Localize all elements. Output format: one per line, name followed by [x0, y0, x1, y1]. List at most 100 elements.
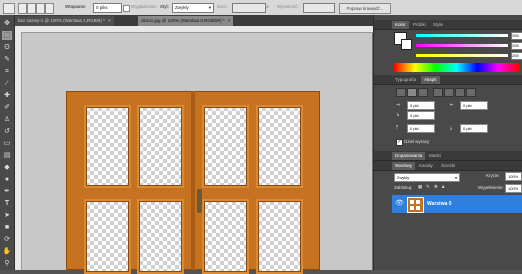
eye-icon[interactable]: 👁︎	[395, 199, 404, 207]
antialias-checkbox[interactable]	[123, 5, 130, 12]
layer-thumbnail-pane	[416, 206, 420, 210]
tab-layers[interactable]: Warstwy	[392, 162, 416, 170]
window-center-mullion	[191, 91, 195, 270]
hand-tool-icon[interactable]: ✋	[2, 247, 12, 256]
gradient-tool-icon[interactable]: ▤	[2, 151, 12, 160]
align-left-button[interactable]	[396, 88, 406, 97]
opacity-input[interactable]: 100%	[505, 172, 522, 181]
document-canvas[interactable]	[22, 33, 372, 274]
swap-icon[interactable]: ⇄	[265, 4, 269, 10]
indent-left-input[interactable]: 0 pkt	[407, 101, 435, 110]
justify-last-left-button[interactable]	[433, 88, 443, 97]
tab-paragraph[interactable]: Akapit	[421, 76, 440, 84]
window-image	[66, 91, 320, 274]
right-panel-dock: Kolor Próbki Style 255 255 255 Typografi…	[373, 15, 522, 270]
chevron-down-icon: ▾	[208, 5, 211, 10]
glass-pane	[202, 199, 249, 274]
align-center-button[interactable]	[407, 88, 417, 97]
eyedropper-tool-icon[interactable]: ∕	[2, 79, 12, 88]
pen-tool-icon[interactable]: ✒	[2, 187, 12, 196]
layer-thumbnail-pane	[410, 206, 414, 210]
tab-styles[interactable]: Style	[430, 21, 446, 29]
background-color-swatch[interactable]	[401, 39, 412, 50]
feather-input[interactable]: 0 piks	[93, 3, 122, 13]
glass-pane	[202, 105, 249, 188]
tab-document-2[interactable]: okno1.jpg @ 100% (Warstwa 0,RGB/8#) * ×	[138, 16, 234, 26]
indent-right-input[interactable]: 0 pkt	[460, 101, 488, 110]
color-spectrum-bar[interactable]	[394, 63, 519, 72]
color-panel-header: Kolor Próbki Style	[374, 20, 522, 30]
lock-transparent-icon[interactable]: ▦	[418, 184, 422, 190]
path-select-tool-icon[interactable]: ➤	[2, 211, 12, 220]
indent-first-line-icon: ↳	[396, 112, 400, 117]
blue-slider[interactable]	[416, 54, 508, 57]
crop-tool-icon[interactable]: ⌗	[2, 67, 12, 76]
close-icon[interactable]: ×	[228, 18, 231, 23]
lock-position-icon[interactable]: ✥	[434, 184, 438, 190]
blend-mode-select[interactable]: Zwykły ▾	[394, 173, 460, 182]
space-after-input[interactable]: 0 pkt	[460, 124, 488, 133]
marquee-tool-icon[interactable]: ⬚	[2, 31, 12, 40]
height-label: Wysokość:	[277, 4, 299, 9]
tab-document-1-title: bez nazwy-1 @ 100% (Warstwa 1,RGB/8) *	[18, 18, 105, 23]
brush-tool-icon[interactable]: ✐	[2, 103, 12, 112]
tab-adjustments[interactable]: Dopasowania	[392, 152, 426, 160]
tab-paths[interactable]: Ścieżki	[438, 162, 458, 170]
new-selection-button[interactable]	[18, 3, 27, 14]
layer-thumbnail-pane	[416, 200, 420, 204]
quick-select-tool-icon[interactable]: ✎	[2, 55, 12, 64]
tab-character[interactable]: Typografia	[392, 76, 419, 84]
red-value[interactable]: 255	[511, 32, 522, 40]
indent-first-line-input[interactable]: 0 pkt	[407, 111, 435, 120]
blur-tool-icon[interactable]: ◆	[2, 163, 12, 172]
fill-input[interactable]: 100%	[505, 184, 522, 193]
height-input[interactable]	[303, 3, 335, 13]
refine-edge-button[interactable]: Popraw krawędź...	[339, 3, 391, 14]
align-right-button[interactable]	[418, 88, 428, 97]
dodge-tool-icon[interactable]: ●	[2, 175, 12, 184]
justify-all-button[interactable]	[466, 88, 476, 97]
blue-value[interactable]: 255	[511, 52, 522, 60]
hyphenate-checkbox[interactable]: ✓	[396, 139, 403, 146]
tab-masks[interactable]: Maski	[426, 152, 444, 160]
width-input[interactable]	[232, 3, 266, 13]
justify-last-right-button[interactable]	[455, 88, 465, 97]
space-before-input[interactable]: 0 pkt	[407, 124, 435, 133]
eraser-tool-icon[interactable]: ▭	[2, 139, 12, 148]
history-brush-tool-icon[interactable]: ↺	[2, 127, 12, 136]
width-label: Szer.:	[217, 4, 229, 9]
green-slider[interactable]	[416, 44, 508, 47]
move-tool-icon[interactable]: ✥	[2, 19, 12, 28]
paragraph-panel-header: Typografia Akapit	[374, 75, 522, 85]
horizontal-ruler	[15, 26, 373, 33]
lock-all-icon[interactable]: 🔒︎	[442, 184, 444, 189]
chevron-down-icon: ▾	[454, 175, 457, 180]
lock-pixels-icon[interactable]: ✎	[426, 184, 430, 190]
clone-stamp-tool-icon[interactable]: ♙	[2, 115, 12, 124]
subtract-selection-button[interactable]	[36, 3, 45, 14]
green-value[interactable]: 255	[511, 42, 522, 50]
shape-tool-icon[interactable]: ■	[2, 223, 12, 232]
marquee-preset-button[interactable]	[3, 3, 15, 14]
style-label: Styl:	[160, 4, 169, 9]
tab-document-1[interactable]: bez nazwy-1 @ 100% (Warstwa 1,RGB/8) * ×	[15, 16, 114, 26]
type-tool-icon[interactable]: T	[2, 199, 12, 208]
glass-pane	[84, 199, 131, 274]
window-handle	[197, 189, 202, 213]
lasso-tool-icon[interactable]: ʘ	[2, 43, 12, 52]
add-selection-button[interactable]	[27, 3, 36, 14]
justify-last-center-button[interactable]	[444, 88, 454, 97]
3d-rotate-tool-icon[interactable]: ⟳	[2, 235, 12, 244]
healing-tool-icon[interactable]: ✚	[2, 91, 12, 100]
red-slider[interactable]	[416, 34, 508, 37]
layer-row[interactable]: 👁︎ Warstwa 0	[392, 195, 522, 213]
style-select[interactable]: Zwykły ▾	[172, 3, 214, 13]
tab-swatches[interactable]: Próbki	[410, 21, 429, 29]
tab-color[interactable]: Kolor	[392, 21, 409, 29]
zoom-tool-icon[interactable]: ⚲	[2, 259, 12, 268]
close-icon[interactable]: ×	[108, 18, 111, 23]
blend-mode-value: Zwykły	[397, 175, 410, 180]
intersect-selection-button[interactable]	[45, 3, 54, 14]
space-after-icon: ⤓	[450, 125, 452, 130]
tab-channels[interactable]: Kanały	[416, 162, 436, 170]
